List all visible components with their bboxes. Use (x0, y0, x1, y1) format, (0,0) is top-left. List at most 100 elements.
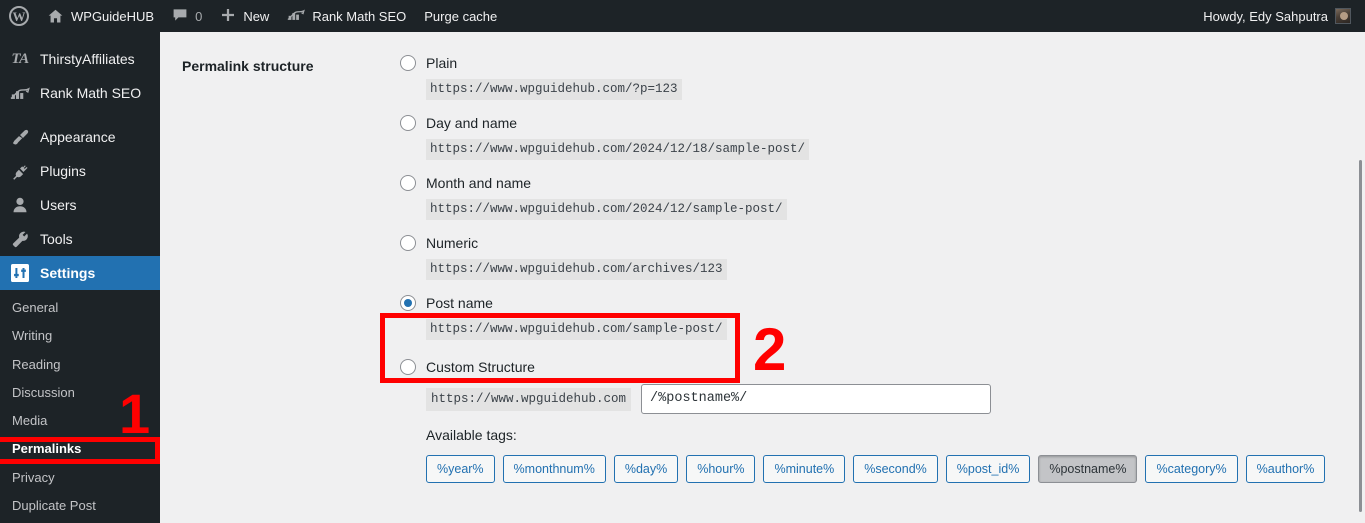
permalink-option-post-name[interactable]: Post name https://www.wpguidehub.com/sam… (400, 292, 1325, 340)
permalink-option-label: Numeric (426, 235, 479, 251)
permalink-option-day-and-name[interactable]: Day and name https://www.wpguidehub.com/… (400, 112, 1325, 160)
wrench-icon (10, 229, 30, 249)
tag-button-author[interactable]: %author% (1245, 455, 1326, 483)
tag-button-second[interactable]: %second% (853, 455, 938, 483)
my-account-menu[interactable]: Howdy, Edy Sahputra (1194, 0, 1365, 32)
tag-button-category[interactable]: %category% (1145, 455, 1238, 483)
howdy-label: Howdy, Edy Sahputra (1203, 8, 1328, 24)
sidebar-item-label: ThirstyAffiliates (40, 51, 135, 67)
available-tags-row: %year% %monthnum% %day% %hour% %minute% … (426, 455, 1326, 483)
user-icon (10, 195, 30, 215)
sidebar-subitem-label: General (12, 300, 59, 315)
permalink-option-label: Plain (426, 55, 458, 71)
sidebar-item-thirstyaffiliates[interactable]: TA ThirstyAffiliates (0, 42, 160, 76)
sidebar-subitem-general[interactable]: General (0, 294, 160, 322)
sidebar-subitem-label: Discussion (12, 384, 75, 400)
custom-structure-input[interactable]: /%postname%/ (641, 384, 992, 414)
thirsty-affiliates-icon: TA (11, 50, 29, 67)
home-icon (47, 8, 64, 25)
avatar (1335, 8, 1351, 24)
permalink-option-label: Custom Structure (426, 359, 535, 375)
permalink-example-url: https://www.wpguidehub.com/2024/12/18/sa… (426, 139, 810, 160)
radio-month-and-name[interactable] (400, 175, 416, 191)
sidebar-item-settings[interactable]: Settings (0, 256, 168, 290)
permalink-option-month-and-name[interactable]: Month and name https://www.wpguidehub.co… (400, 172, 1325, 220)
site-name-label: WPGuideHUB (71, 8, 155, 24)
vertical-scrollbar[interactable] (1359, 160, 1362, 512)
wordpress-logo-menu[interactable]: W (0, 0, 38, 32)
comment-count: 0 (195, 8, 203, 24)
comments-menu[interactable]: 0 (163, 0, 211, 32)
permalink-settings-content: Permalink structure Plain https://www.wp… (160, 32, 1365, 523)
tag-button-year[interactable]: %year% (426, 455, 495, 483)
sidebar-subitem-label: Media (12, 413, 48, 428)
wordpress-logo-icon: W (9, 6, 29, 26)
plus-icon (220, 7, 236, 26)
sidebar-item-appearance[interactable]: Appearance (0, 120, 160, 154)
radio-custom-structure[interactable] (400, 359, 416, 375)
new-content-label: New (243, 8, 270, 24)
tag-button-minute[interactable]: %minute% (763, 455, 846, 483)
sidebar-item-label: Plugins (40, 163, 86, 179)
sidebar-top-gap (0, 32, 160, 42)
radio-day-and-name[interactable] (400, 115, 416, 131)
permalink-options-list: Plain https://www.wpguidehub.com/?p=123 … (400, 52, 1326, 483)
sidebar-item-label: Users (40, 197, 77, 213)
plug-icon (10, 161, 30, 181)
admin-bar: W WPGuideHUB 0 New Rank Math SEO Purge c… (0, 0, 1365, 32)
radio-post-name[interactable] (400, 295, 416, 311)
sidebar-subitem-label: Writing (12, 328, 53, 344)
paintbrush-icon (10, 127, 30, 147)
rank-math-seo-menu[interactable]: Rank Math SEO (278, 0, 415, 32)
sidebar-subitem-label: Reading (12, 356, 61, 372)
permalink-example-url: https://www.wpguidehub.com/archives/123 (426, 259, 727, 280)
sidebar-subitem-reading[interactable]: Reading (0, 351, 160, 379)
sidebar-item-label: Rank Math SEO (40, 85, 142, 101)
permalink-example-url: https://www.wpguidehub.com/?p=123 (426, 79, 682, 100)
comment-bubble-icon (172, 7, 188, 26)
rank-math-seo-label: Rank Math SEO (312, 8, 407, 24)
permalink-structure-label: Permalink structure (182, 58, 314, 74)
permalink-example-url: https://www.wpguidehub.com/2024/12/sampl… (426, 199, 787, 220)
purge-cache-label: Purge cache (424, 8, 498, 24)
sidebar-subitem-privacy[interactable]: Privacy (0, 464, 160, 492)
permalink-option-numeric[interactable]: Numeric https://www.wpguidehub.com/archi… (400, 232, 1325, 280)
custom-structure-prefix: https://www.wpguidehub.com (426, 387, 632, 411)
radio-numeric[interactable] (400, 235, 416, 251)
sidebar-subitem-duplicate-post[interactable]: Duplicate Post (0, 492, 160, 520)
sidebar-item-users[interactable]: Users (0, 188, 160, 222)
permalink-option-label: Post name (426, 295, 493, 311)
custom-structure-row: https://www.wpguidehub.com /%postname%/ (426, 384, 1325, 414)
sidebar-item-rank-math-seo[interactable]: Rank Math SEO (0, 76, 160, 110)
permalink-option-label: Day and name (426, 115, 518, 131)
rank-math-icon (10, 83, 30, 103)
sidebar-item-label: Appearance (40, 129, 116, 145)
rank-math-icon (287, 8, 306, 25)
sidebar-separator (0, 110, 160, 120)
tag-button-post-id[interactable]: %post_id% (945, 455, 1031, 483)
purge-cache-menu[interactable]: Purge cache (415, 0, 506, 32)
tag-button-postname[interactable]: %postname% (1038, 455, 1138, 483)
available-tags-label: Available tags: (426, 427, 517, 443)
sidebar-subitem-label: Privacy (12, 469, 55, 485)
annotation-number-1: 1 (119, 382, 151, 445)
sidebar-subitem-label: Permalinks (12, 441, 82, 457)
permalink-option-custom-structure[interactable]: Custom Structure https://www.wpguidehub.… (400, 356, 1325, 414)
sidebar-item-tools[interactable]: Tools (0, 222, 160, 256)
radio-plain[interactable] (400, 55, 416, 71)
new-content-menu[interactable]: New (211, 0, 278, 32)
annotation-number-2: 2 (753, 316, 787, 383)
sidebar-item-label: Tools (40, 231, 73, 247)
permalink-example-url: https://www.wpguidehub.com/sample-post/ (426, 319, 727, 340)
tag-button-day[interactable]: %day% (613, 455, 679, 483)
sidebar-subitem-writing[interactable]: Writing (0, 322, 160, 350)
tag-button-monthnum[interactable]: %monthnum% (502, 455, 606, 483)
permalink-option-label: Month and name (426, 175, 532, 191)
sidebar-item-label: Settings (40, 265, 96, 281)
sidebar-item-plugins[interactable]: Plugins (0, 154, 160, 188)
settings-sliders-icon (10, 263, 30, 283)
permalink-option-plain[interactable]: Plain https://www.wpguidehub.com/?p=123 (400, 52, 1325, 100)
admin-sidebar-menu: TA ThirstyAffiliates Rank Math SEO Appea… (0, 32, 168, 523)
site-name-menu[interactable]: WPGuideHUB (38, 0, 163, 32)
tag-button-hour[interactable]: %hour% (686, 455, 756, 483)
